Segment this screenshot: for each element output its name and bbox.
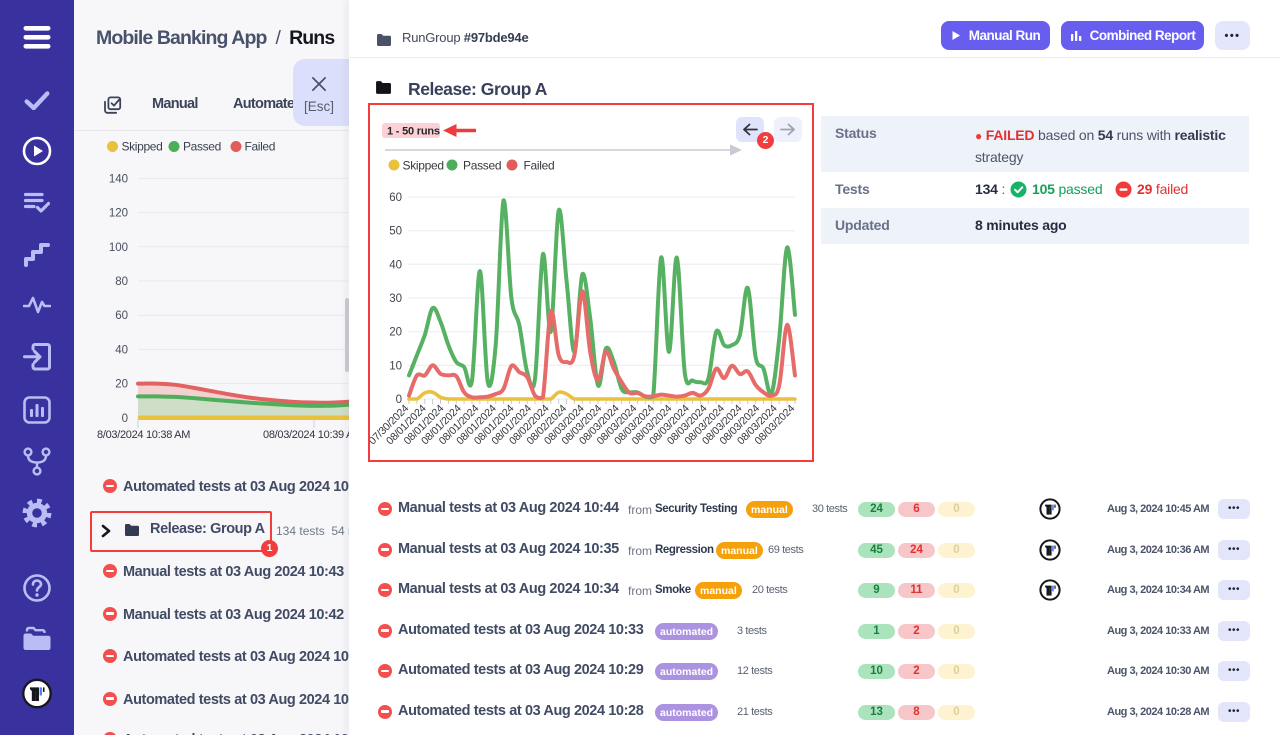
svg-text:80: 80: [115, 276, 128, 288]
svg-text:60: 60: [115, 310, 128, 322]
svg-text:40: 40: [115, 344, 128, 356]
svg-text:Passed: Passed: [183, 140, 221, 154]
svg-text:0: 0: [122, 413, 128, 425]
svg-text:120: 120: [109, 208, 128, 220]
svg-text:20: 20: [115, 379, 128, 391]
svg-text:Skipped: Skipped: [122, 140, 163, 154]
svg-text:08/03/2024 10:39 AM: 08/03/2024 10:39 AM: [263, 429, 350, 441]
svg-text:Failed: Failed: [245, 140, 276, 154]
svg-text:100: 100: [109, 242, 128, 254]
svg-text:140: 140: [109, 173, 128, 185]
svg-text:8/03/2024 10:38 AM: 8/03/2024 10:38 AM: [97, 429, 190, 441]
